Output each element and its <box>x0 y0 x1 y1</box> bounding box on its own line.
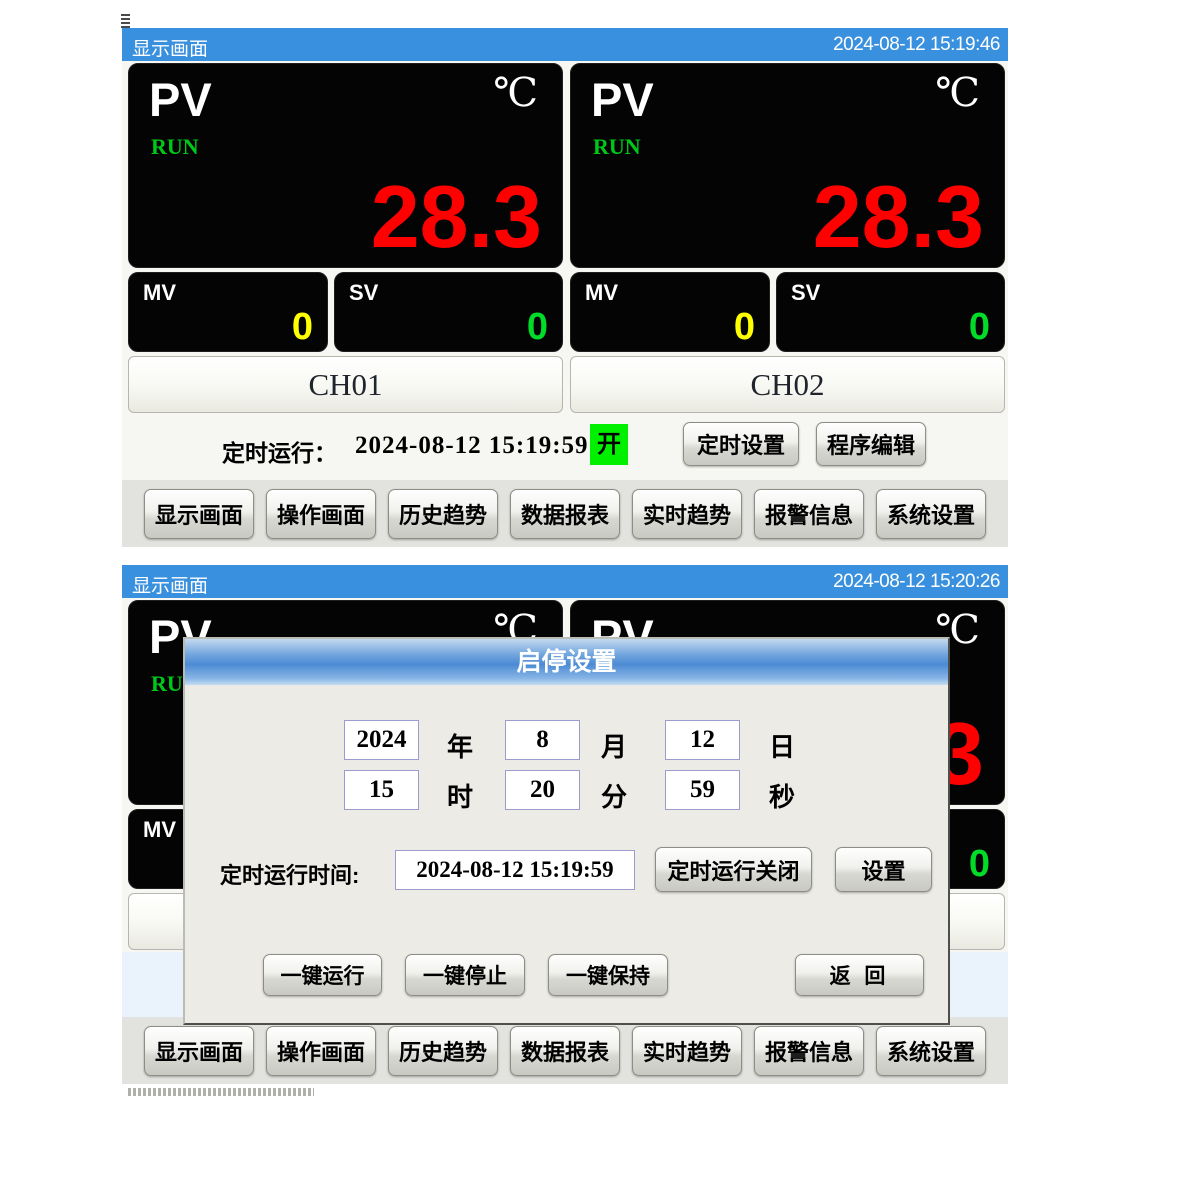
screenshot-stage: 显示画面 2024-08-12 15:19:46 PV ℃ RUN 28.3 M… <box>0 0 1200 1200</box>
nav-history-trend[interactable]: 历史趋势 <box>388 1026 498 1076</box>
pv-panel-ch01: PV ℃ RUN 28.3 <box>128 63 563 268</box>
page-title: 显示画面 <box>132 34 208 61</box>
nav-realtime-trend[interactable]: 实时趋势 <box>632 1026 742 1076</box>
pv-label: PV <box>591 72 654 127</box>
screen-artifact-bottom <box>128 1088 314 1096</box>
start-stop-settings-dialog: 启停设置 年 月 日 时 分 秒 定时运行时间: 定时运行关闭 设置 一键运行 … <box>183 637 950 1025</box>
hour-field[interactable] <box>344 770 419 810</box>
nav-data-report[interactable]: 数据报表 <box>510 1026 620 1076</box>
sv-value: 0 <box>527 308 548 346</box>
day-unit-label: 日 <box>760 727 804 764</box>
nav-display-screen[interactable]: 显示画面 <box>144 489 254 539</box>
timer-run-label: 定时运行： <box>222 434 337 468</box>
mv-label: MV <box>143 817 176 843</box>
mv-value: 0 <box>292 308 313 346</box>
month-field[interactable] <box>505 720 580 760</box>
sv-label: SV <box>791 280 820 306</box>
timer-run-off-button[interactable]: 定时运行关闭 <box>655 847 812 892</box>
nav-strip: 显示画面 操作画面 历史趋势 数据报表 实时趋势 报警信息 系统设置 <box>122 1017 1008 1084</box>
page-title: 显示画面 <box>132 571 208 598</box>
celsius-unit: ℃ <box>935 70 980 116</box>
nav-alarm-info[interactable]: 报警信息 <box>754 489 864 539</box>
sv-label: SV <box>349 280 378 306</box>
mv-label: MV <box>585 280 618 306</box>
minute-unit-label: 分 <box>592 777 636 814</box>
nav-history-trend[interactable]: 历史趋势 <box>388 489 498 539</box>
run-status: RUN <box>151 134 199 160</box>
system-clock: 2024-08-12 15:19:46 <box>833 34 1000 56</box>
mv-label: MV <box>143 280 176 306</box>
minute-field[interactable] <box>505 770 580 810</box>
pv-value: 28.3 <box>813 173 984 261</box>
dialog-title: 启停设置 <box>185 639 948 685</box>
timer-runtime-field[interactable] <box>395 850 635 890</box>
hmi-display-screen-1: 显示画面 2024-08-12 15:19:46 PV ℃ RUN 28.3 M… <box>122 28 1008 547</box>
celsius-unit: ℃ <box>493 70 538 116</box>
mv-panel-ch02: MV 0 <box>570 272 770 352</box>
channel-button-ch02[interactable]: CH02 <box>570 356 1005 413</box>
year-field[interactable] <box>344 720 419 760</box>
year-unit-label: 年 <box>438 727 482 764</box>
nav-operation-screen[interactable]: 操作画面 <box>266 1026 376 1076</box>
pv-label: PV <box>149 72 212 127</box>
pv-value: 28.3 <box>371 173 542 261</box>
sv-panel-ch01: SV 0 <box>334 272 563 352</box>
nav-realtime-trend[interactable]: 实时趋势 <box>632 489 742 539</box>
timer-runtime-label: 定时运行时间: <box>220 858 359 890</box>
nav-system-settings[interactable]: 系统设置 <box>876 489 986 539</box>
sv-value: 0 <box>969 845 990 883</box>
set-button[interactable]: 设置 <box>835 847 932 892</box>
one-key-run-button[interactable]: 一键运行 <box>263 954 382 996</box>
second-unit-label: 秒 <box>760 777 804 814</box>
sv-value: 0 <box>969 308 990 346</box>
back-button[interactable]: 返 回 <box>795 954 924 996</box>
sv-panel-ch02: SV 0 <box>776 272 1005 352</box>
timer-setting-button[interactable]: 定时设置 <box>683 422 799 466</box>
title-bar: 显示画面 2024-08-12 15:20:26 <box>122 565 1008 598</box>
nav-operation-screen[interactable]: 操作画面 <box>266 489 376 539</box>
hour-unit-label: 时 <box>438 777 482 814</box>
hmi-display-screen-2: 显示画面 2024-08-12 15:20:26 PV ℃ RUN 28.3 M… <box>122 565 1008 1084</box>
mv-panel-ch01: MV 0 <box>128 272 328 352</box>
nav-alarm-info[interactable]: 报警信息 <box>754 1026 864 1076</box>
program-edit-button[interactable]: 程序编辑 <box>816 422 926 466</box>
one-key-stop-button[interactable]: 一键停止 <box>405 954 525 996</box>
title-bar: 显示画面 2024-08-12 15:19:46 <box>122 28 1008 61</box>
day-field[interactable] <box>665 720 740 760</box>
nav-system-settings[interactable]: 系统设置 <box>876 1026 986 1076</box>
pv-panel-ch02: PV ℃ RUN 28.3 <box>570 63 1005 268</box>
second-field[interactable] <box>665 770 740 810</box>
month-unit-label: 月 <box>592 727 636 764</box>
nav-strip: 显示画面 操作画面 历史趋势 数据报表 实时趋势 报警信息 系统设置 <box>122 480 1008 547</box>
mv-value: 0 <box>734 308 755 346</box>
timer-run-time: 2024-08-12 15:19:59 <box>355 432 589 460</box>
run-status: RUN <box>593 134 641 160</box>
timer-on-badge: 开 <box>590 424 628 465</box>
nav-data-report[interactable]: 数据报表 <box>510 489 620 539</box>
channel-button-ch01[interactable]: CH01 <box>128 356 563 413</box>
system-clock: 2024-08-12 15:20:26 <box>833 571 1000 593</box>
nav-display-screen[interactable]: 显示画面 <box>144 1026 254 1076</box>
one-key-hold-button[interactable]: 一键保持 <box>548 954 668 996</box>
